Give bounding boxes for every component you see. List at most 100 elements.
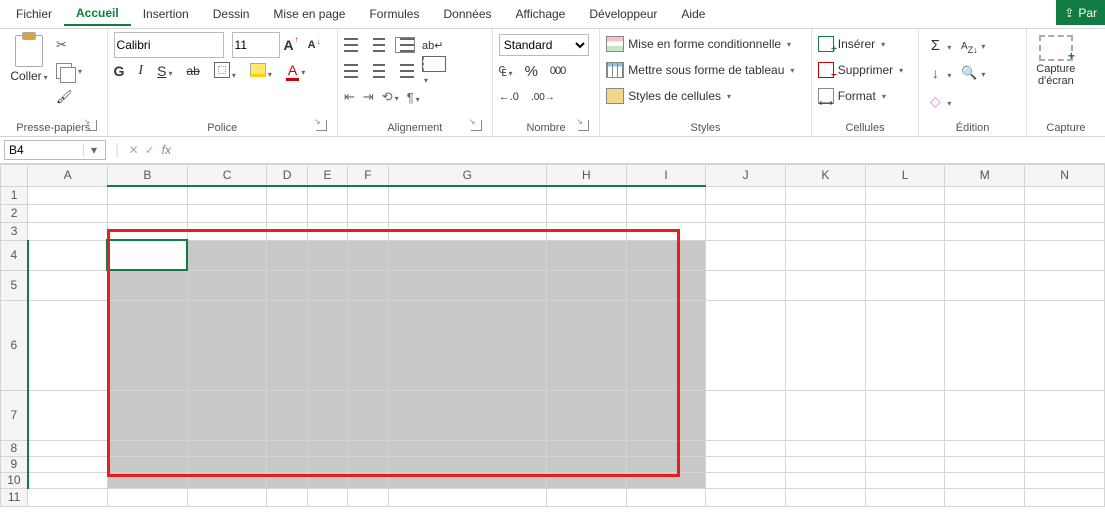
cell[interactable] bbox=[107, 240, 187, 270]
cell[interactable] bbox=[187, 240, 267, 270]
cell[interactable] bbox=[945, 390, 1025, 440]
thousands-icon[interactable] bbox=[550, 65, 565, 77]
cell[interactable] bbox=[865, 300, 945, 390]
cell[interactable] bbox=[28, 204, 108, 222]
cell[interactable] bbox=[307, 270, 347, 300]
format-cells-button[interactable]: Format▾ bbox=[818, 85, 913, 107]
cell[interactable] bbox=[1025, 472, 1105, 488]
cell[interactable] bbox=[107, 222, 187, 240]
cell[interactable] bbox=[28, 456, 108, 472]
cell[interactable] bbox=[945, 240, 1025, 270]
cell[interactable] bbox=[945, 186, 1025, 204]
cell[interactable] bbox=[267, 222, 307, 240]
column-header[interactable]: A bbox=[28, 165, 108, 187]
column-header[interactable]: L bbox=[865, 165, 945, 187]
cell[interactable] bbox=[187, 472, 267, 488]
row-header[interactable]: 6 bbox=[1, 300, 28, 390]
increase-decimal-icon[interactable] bbox=[499, 91, 519, 103]
cell[interactable] bbox=[1025, 300, 1105, 390]
tab-formules[interactable]: Formules bbox=[357, 3, 431, 25]
cell[interactable] bbox=[1025, 456, 1105, 472]
cell[interactable] bbox=[348, 204, 388, 222]
tab-fichier[interactable]: Fichier bbox=[4, 3, 64, 25]
accept-formula-icon[interactable]: ✓ bbox=[145, 143, 155, 157]
cell[interactable] bbox=[388, 456, 546, 472]
row-header[interactable]: 7 bbox=[1, 390, 28, 440]
cell[interactable] bbox=[107, 204, 187, 222]
merge-button[interactable] bbox=[422, 56, 446, 72]
cell[interactable] bbox=[945, 488, 1025, 506]
row-header[interactable]: 11 bbox=[1, 488, 28, 506]
cell[interactable] bbox=[307, 472, 347, 488]
cell[interactable] bbox=[28, 390, 108, 440]
cell[interactable] bbox=[706, 222, 786, 240]
fill-color-button[interactable] bbox=[250, 63, 266, 77]
cell[interactable] bbox=[865, 456, 945, 472]
cell[interactable] bbox=[945, 456, 1025, 472]
cell[interactable] bbox=[706, 240, 786, 270]
cell[interactable] bbox=[1025, 186, 1105, 204]
cell[interactable] bbox=[307, 456, 347, 472]
percent-icon[interactable] bbox=[525, 63, 538, 80]
cell[interactable] bbox=[388, 204, 546, 222]
cell[interactable] bbox=[626, 222, 706, 240]
row-header[interactable]: 4 bbox=[1, 240, 28, 270]
row-header[interactable]: 8 bbox=[1, 440, 28, 456]
screenshot-button[interactable]: Capture d'écran bbox=[1033, 33, 1079, 120]
tab-developpeur[interactable]: Développeur bbox=[577, 3, 669, 25]
cell[interactable] bbox=[107, 488, 187, 506]
cell[interactable] bbox=[945, 440, 1025, 456]
align-right-icon[interactable] bbox=[396, 64, 414, 78]
cell[interactable] bbox=[706, 186, 786, 204]
cell[interactable] bbox=[307, 222, 347, 240]
font-name-combo[interactable] bbox=[114, 32, 224, 58]
cell[interactable] bbox=[107, 186, 187, 204]
cell[interactable] bbox=[626, 440, 706, 456]
fill-icon[interactable] bbox=[925, 65, 945, 81]
cell[interactable] bbox=[388, 222, 546, 240]
cell[interactable] bbox=[348, 270, 388, 300]
cell[interactable] bbox=[388, 186, 546, 204]
column-header[interactable]: H bbox=[546, 165, 626, 187]
cell[interactable] bbox=[28, 186, 108, 204]
share-button[interactable]: ⇪Par bbox=[1056, 0, 1105, 25]
sort-filter-icon[interactable] bbox=[959, 41, 979, 52]
cell[interactable] bbox=[307, 186, 347, 204]
column-header[interactable]: E bbox=[307, 165, 347, 187]
name-box[interactable]: ▾ bbox=[4, 140, 106, 160]
cell[interactable] bbox=[785, 488, 865, 506]
cell[interactable] bbox=[267, 270, 307, 300]
cell[interactable] bbox=[267, 204, 307, 222]
row-header[interactable]: 3 bbox=[1, 222, 28, 240]
column-header[interactable]: G bbox=[388, 165, 546, 187]
cell[interactable] bbox=[706, 300, 786, 390]
find-select-icon[interactable] bbox=[959, 65, 979, 81]
cell[interactable] bbox=[785, 472, 865, 488]
cell[interactable] bbox=[348, 186, 388, 204]
cell[interactable] bbox=[945, 300, 1025, 390]
cell[interactable] bbox=[187, 204, 267, 222]
cell[interactable] bbox=[388, 472, 546, 488]
select-all-corner[interactable] bbox=[1, 165, 28, 187]
cell[interactable] bbox=[267, 186, 307, 204]
align-center-icon[interactable] bbox=[370, 64, 388, 78]
cell[interactable] bbox=[348, 440, 388, 456]
cell[interactable] bbox=[348, 240, 388, 270]
decrease-decimal-icon[interactable] bbox=[531, 92, 555, 103]
cell[interactable] bbox=[187, 270, 267, 300]
cell[interactable] bbox=[546, 222, 626, 240]
cell[interactable] bbox=[28, 488, 108, 506]
cell[interactable] bbox=[107, 270, 187, 300]
column-header[interactable]: K bbox=[785, 165, 865, 187]
number-launcher[interactable] bbox=[578, 120, 589, 131]
cell[interactable] bbox=[785, 440, 865, 456]
tab-dessin[interactable]: Dessin bbox=[201, 3, 262, 25]
cell[interactable] bbox=[1025, 488, 1105, 506]
cell[interactable] bbox=[546, 240, 626, 270]
cell[interactable] bbox=[267, 472, 307, 488]
cell[interactable] bbox=[348, 456, 388, 472]
cell[interactable] bbox=[187, 186, 267, 204]
cell[interactable] bbox=[307, 390, 347, 440]
cell[interactable] bbox=[348, 222, 388, 240]
cell[interactable] bbox=[546, 456, 626, 472]
